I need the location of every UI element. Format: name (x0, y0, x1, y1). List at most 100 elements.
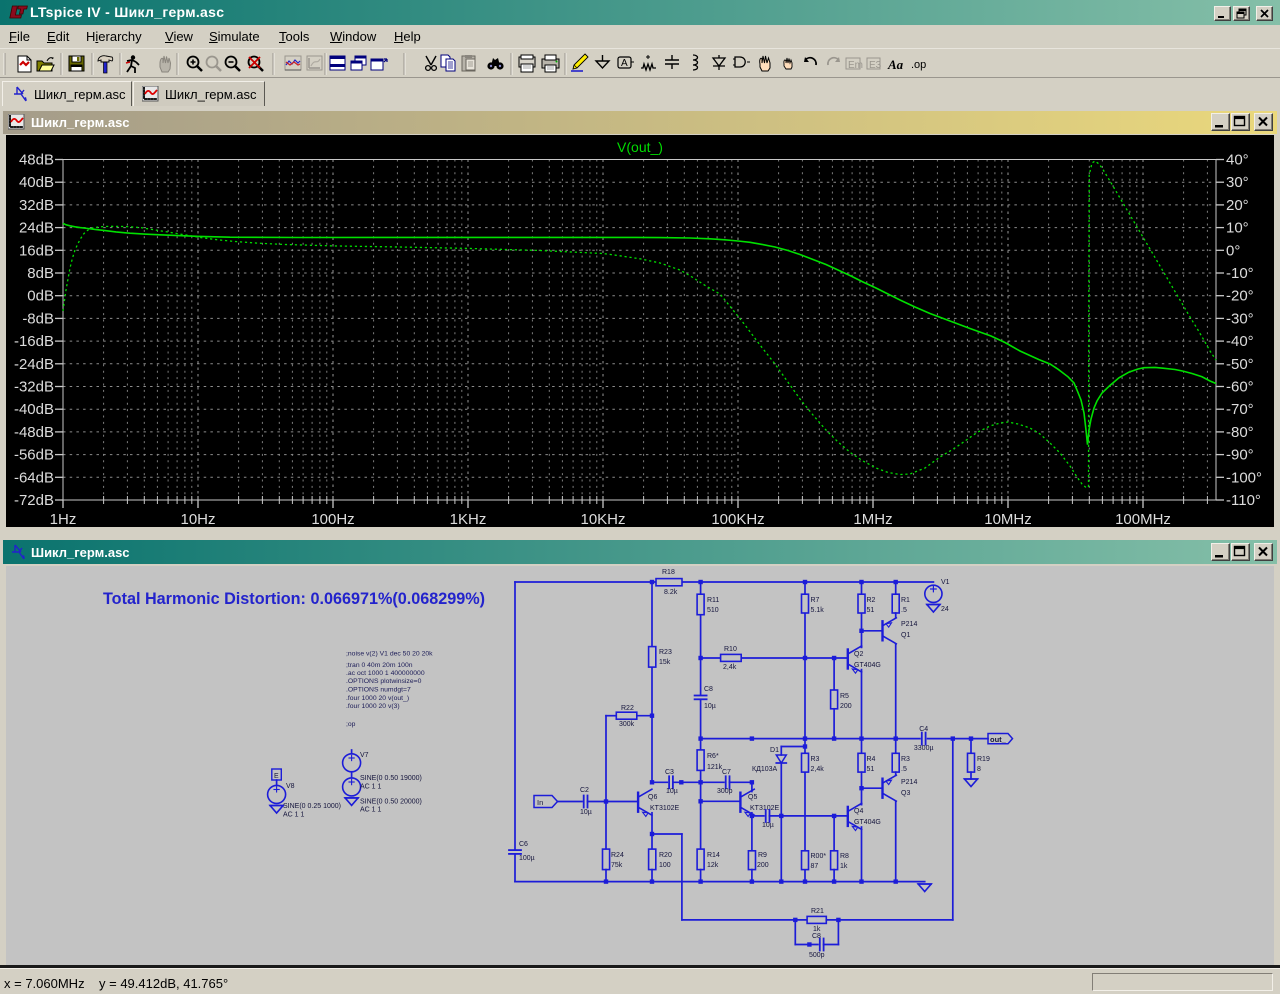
svg-text:200: 200 (757, 862, 769, 869)
svg-text:-72dB: -72dB (14, 492, 54, 509)
svg-text:10µ: 10µ (666, 788, 678, 795)
svg-text:-64dB: -64dB (14, 469, 54, 486)
svg-text:.5: .5 (901, 607, 907, 614)
svg-text:-50°: -50° (1226, 356, 1254, 373)
svg-text:-32dB: -32dB (14, 379, 54, 396)
svg-text:10KHz: 10KHz (580, 511, 625, 527)
svg-text:Q2: Q2 (854, 651, 863, 658)
svg-text:10µ: 10µ (762, 822, 774, 829)
svg-text:V1: V1 (941, 579, 950, 586)
svg-text:-80°: -80° (1226, 424, 1254, 441)
svg-text:R2: R2 (867, 597, 876, 604)
svg-text:30°: 30° (1226, 174, 1249, 191)
svg-text:КД103А: КД103А (752, 766, 777, 773)
svg-text:V7: V7 (360, 752, 369, 759)
svg-text:GT404G: GT404G (854, 819, 881, 826)
svg-text:10µ: 10µ (580, 809, 592, 816)
svg-text:AC 1 1: AC 1 1 (360, 784, 382, 791)
svg-text:-100°: -100° (1226, 469, 1262, 486)
svg-text:R21: R21 (811, 908, 824, 915)
svg-text:SINE(0 0.50 19000): SINE(0 0.50 19000) (360, 775, 422, 782)
svg-text:100KHz: 100KHz (711, 511, 764, 527)
svg-text:40°: 40° (1226, 152, 1249, 169)
svg-text:R5: R5 (840, 693, 849, 700)
svg-text:500p: 500p (809, 952, 825, 959)
svg-text:R4: R4 (867, 756, 876, 763)
svg-text:100Hz: 100Hz (311, 511, 354, 527)
svg-text:200: 200 (840, 703, 852, 710)
svg-text:Q4: Q4 (854, 808, 863, 815)
svg-text:D1: D1 (770, 747, 779, 754)
svg-text:V(out_): V(out_) (617, 139, 663, 155)
svg-text:-10°: -10° (1226, 265, 1254, 282)
svg-text:R8: R8 (840, 853, 849, 860)
svg-text:-16dB: -16dB (14, 333, 54, 350)
svg-text:R23: R23 (659, 649, 672, 656)
svg-text:Total Harmonic Distortion: 0.0: Total Harmonic Distortion: 0.066971%(0.0… (103, 590, 485, 608)
svg-text:1Hz: 1Hz (50, 511, 77, 527)
svg-text:out_: out_ (990, 735, 1007, 744)
svg-text:24dB: 24dB (19, 220, 54, 237)
svg-text:KT3102Е: KT3102Е (650, 805, 680, 812)
svg-text:75k: 75k (611, 862, 623, 869)
svg-text:V8: V8 (286, 783, 295, 790)
svg-text:AC 1 1: AC 1 1 (283, 812, 305, 819)
svg-text:8dB: 8dB (27, 265, 54, 282)
svg-text:1k: 1k (840, 863, 848, 870)
svg-text:C8: C8 (812, 933, 821, 940)
svg-text:-20°: -20° (1226, 288, 1254, 305)
svg-text:100µ: 100µ (519, 855, 535, 862)
svg-text:Aa: Aa (887, 57, 904, 72)
svg-text:-40°: -40° (1226, 333, 1254, 350)
svg-text:KT3102Е: KT3102Е (750, 805, 780, 812)
svg-text:1k: 1k (813, 926, 821, 933)
svg-text:100: 100 (659, 862, 671, 869)
svg-text:10Hz: 10Hz (180, 511, 215, 527)
svg-text:5.1k: 5.1k (811, 607, 825, 614)
svg-text:C7: C7 (722, 769, 731, 776)
svg-text:0°: 0° (1226, 242, 1240, 259)
svg-text:C2: C2 (580, 787, 589, 794)
svg-text:-30°: -30° (1226, 310, 1254, 327)
svg-text:-8dB: -8dB (22, 310, 54, 327)
svg-text:;tran 0 40m 20m 100n: ;tran 0 40m 20m 100n (346, 662, 413, 669)
svg-text:300p: 300p (717, 788, 733, 795)
svg-text:SINE(0 0.50 20000): SINE(0 0.50 20000) (360, 799, 422, 806)
svg-text:R3: R3 (811, 756, 820, 763)
svg-text:Q6: Q6 (648, 794, 657, 801)
svg-text:R00*: R00* (811, 853, 827, 860)
svg-text:48dB: 48dB (19, 152, 54, 169)
svg-text:2,4k: 2,4k (723, 664, 737, 671)
svg-text:C6: C6 (519, 841, 528, 848)
svg-text:SINE(0 0.25 1000): SINE(0 0.25 1000) (283, 803, 341, 810)
svg-text:R10: R10 (724, 646, 737, 653)
svg-text:8.2k: 8.2k (664, 589, 678, 596)
svg-text:C3: C3 (665, 769, 674, 776)
svg-text:20°: 20° (1226, 197, 1249, 214)
svg-text:24: 24 (941, 606, 949, 613)
svg-text:R22: R22 (621, 705, 634, 712)
svg-text:12k: 12k (707, 862, 719, 869)
svg-text:510: 510 (707, 607, 719, 614)
svg-text:121k: 121k (707, 764, 723, 771)
svg-text:3300µ: 3300µ (914, 745, 934, 752)
svg-text:-90°: -90° (1226, 447, 1254, 464)
svg-text:-24dB: -24dB (14, 356, 54, 373)
svg-text:Em: Em (848, 60, 863, 71)
svg-text:0dB: 0dB (27, 288, 54, 305)
svg-text:AC 1 1: AC 1 1 (360, 807, 382, 814)
svg-text:300k: 300k (619, 721, 635, 728)
svg-text:2,4k: 2,4k (811, 766, 825, 773)
svg-text:-56dB: -56dB (14, 447, 54, 464)
svg-text:51: 51 (867, 766, 875, 773)
svg-text:.four 1000 20 v(out_): .four 1000 20 v(out_) (346, 695, 409, 702)
svg-text:;op: ;op (346, 721, 356, 728)
svg-text:P214: P214 (901, 621, 917, 628)
svg-text:R18: R18 (662, 569, 675, 576)
svg-text:.OPTIONS numdgt=7: .OPTIONS numdgt=7 (346, 687, 411, 694)
svg-text:.four 1000 20 v(3): .four 1000 20 v(3) (346, 703, 400, 710)
svg-text:R6*: R6* (707, 753, 719, 760)
svg-text:C4: C4 (919, 726, 928, 733)
svg-text:8: 8 (977, 766, 981, 773)
svg-text:.ac oct 1000 1 400000000: .ac oct 1000 1 400000000 (346, 670, 425, 677)
